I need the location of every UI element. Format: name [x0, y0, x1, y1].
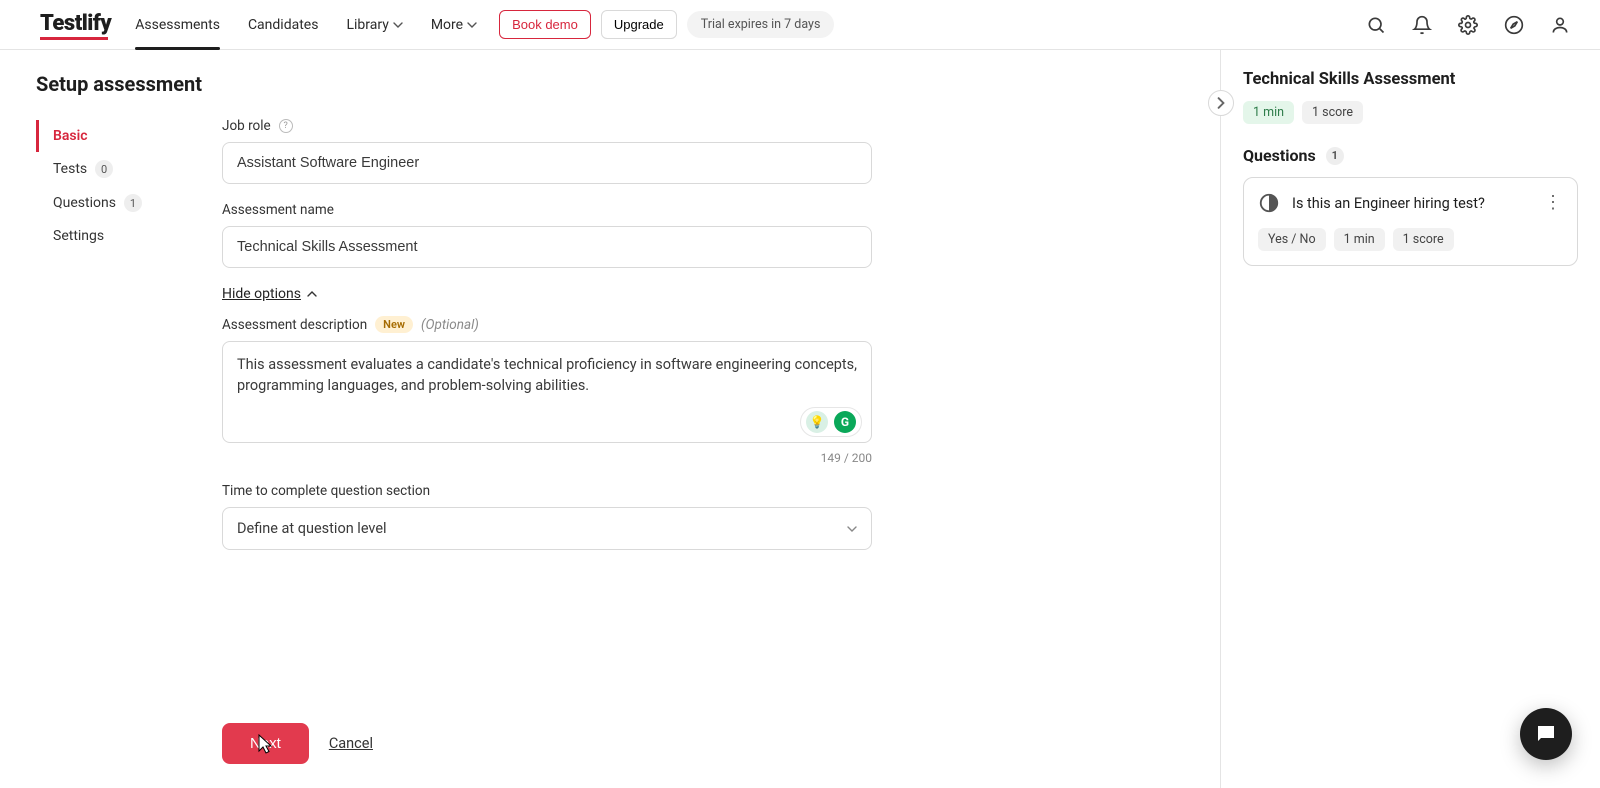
char-counter: 149 / 200 — [222, 451, 872, 465]
nav-more-label: More — [431, 17, 463, 33]
bell-icon[interactable] — [1406, 9, 1438, 41]
nav-assessments-label: Assessments — [135, 17, 220, 33]
question-chips: Yes / No 1 min 1 score — [1258, 228, 1563, 251]
chevron-down-icon — [393, 20, 403, 30]
job-role-field: Job role ? — [222, 118, 872, 184]
nav-candidates[interactable]: Candidates — [248, 0, 319, 49]
question-menu-button[interactable]: ⋮ — [1543, 194, 1563, 212]
form-footer: Next Cancel — [222, 683, 872, 764]
top-nav: Testlify Assessments Candidates Library … — [0, 0, 1600, 50]
suggestion-bulb-icon: 💡 — [806, 411, 828, 433]
time-to-complete-value: Define at question level — [237, 520, 387, 537]
next-button-label: Next — [250, 735, 281, 752]
brand-logo[interactable]: Testlify — [40, 11, 111, 38]
hide-options-label: Hide options — [222, 286, 301, 302]
summary-panel: Technical Skills Assessment 1 min 1 scor… — [1220, 50, 1600, 788]
page-title: Setup assessment — [36, 72, 1170, 96]
gear-icon[interactable] — [1452, 9, 1484, 41]
form-column: Job role ? Assessment name Hide options … — [222, 118, 872, 764]
hide-options-toggle[interactable]: Hide options — [222, 286, 872, 302]
step-settings-label: Settings — [53, 228, 104, 244]
question-type-icon — [1258, 192, 1280, 214]
assessment-name-field: Assessment name — [222, 202, 872, 268]
chevron-up-icon — [307, 289, 317, 299]
time-to-complete-select[interactable]: Define at question level — [222, 507, 872, 550]
help-icon[interactable]: ? — [279, 119, 293, 133]
search-icon[interactable] — [1360, 9, 1392, 41]
step-nav: Basic Tests 0 Questions 1 Settings — [36, 120, 196, 764]
step-basic-label: Basic — [53, 128, 88, 144]
trial-status-pill: Trial expires in 7 days — [687, 11, 835, 38]
assessment-description-textarea[interactable] — [222, 341, 872, 443]
chevron-down-icon — [467, 20, 477, 30]
question-title: Is this an Engineer hiring test? — [1292, 195, 1531, 212]
assessment-name-label: Assessment name — [222, 202, 334, 218]
nav-more[interactable]: More — [431, 0, 477, 49]
step-tests[interactable]: Tests 0 — [36, 152, 196, 186]
step-tests-label: Tests — [53, 161, 87, 177]
job-role-label: Job role — [222, 118, 271, 134]
nav-links: Assessments Candidates Library More — [135, 0, 477, 49]
content-columns: Basic Tests 0 Questions 1 Settings Job rol… — [36, 118, 1170, 764]
new-badge: New — [375, 316, 413, 333]
main-column: Setup assessment Basic Tests 0 Questions 1… — [0, 50, 1220, 788]
nav-library[interactable]: Library — [346, 0, 402, 49]
assessment-description-label: Assessment description — [222, 317, 367, 333]
question-card[interactable]: Is this an Engineer hiring test? ⋮ Yes /… — [1243, 177, 1578, 266]
book-demo-button[interactable]: Book demo — [499, 10, 591, 39]
questions-heading-label: Questions — [1243, 146, 1316, 165]
step-questions[interactable]: Questions 1 — [36, 186, 196, 220]
cancel-link[interactable]: Cancel — [329, 735, 373, 752]
assessment-description-field: Assessment description New (Optional) 💡 … — [222, 316, 872, 465]
grammarly-icon: G — [834, 411, 856, 433]
assessment-name-input[interactable] — [222, 226, 872, 268]
time-to-complete-field: Time to complete question section Define… — [222, 483, 872, 550]
tests-count-badge: 0 — [95, 160, 113, 178]
step-basic[interactable]: Basic — [36, 120, 196, 152]
time-to-complete-label: Time to complete question section — [222, 483, 430, 499]
job-role-input[interactable] — [222, 142, 872, 184]
chevron-down-icon — [847, 524, 857, 534]
summary-time-chip: 1 min — [1243, 101, 1294, 124]
next-button[interactable]: Next — [222, 723, 309, 764]
compass-icon[interactable] — [1498, 9, 1530, 41]
nav-assessments[interactable]: Assessments — [135, 0, 220, 49]
upgrade-button[interactable]: Upgrade — [601, 10, 677, 39]
chat-fab-button[interactable] — [1520, 708, 1572, 760]
nav-candidates-label: Candidates — [248, 17, 319, 33]
questions-heading: Questions 1 — [1243, 146, 1578, 165]
collapse-panel-button[interactable] — [1208, 90, 1234, 116]
header-icon-row — [1360, 9, 1576, 41]
optional-label: (Optional) — [421, 317, 479, 333]
summary-title: Technical Skills Assessment — [1243, 70, 1578, 89]
summary-chips: 1 min 1 score — [1243, 101, 1578, 124]
step-questions-label: Questions — [53, 195, 116, 211]
page-wrap: Setup assessment Basic Tests 0 Questions 1… — [0, 50, 1600, 788]
question-time-chip: 1 min — [1334, 228, 1385, 251]
user-icon[interactable] — [1544, 9, 1576, 41]
step-settings[interactable]: Settings — [36, 220, 196, 252]
summary-score-chip: 1 score — [1302, 101, 1363, 124]
question-score-chip: 1 score — [1393, 228, 1454, 251]
questions-count-badge: 1 — [124, 194, 142, 212]
questions-heading-count: 1 — [1326, 147, 1344, 165]
question-type-chip: Yes / No — [1258, 228, 1326, 251]
grammarly-widget[interactable]: 💡 G — [800, 407, 862, 437]
nav-library-label: Library — [346, 17, 388, 33]
